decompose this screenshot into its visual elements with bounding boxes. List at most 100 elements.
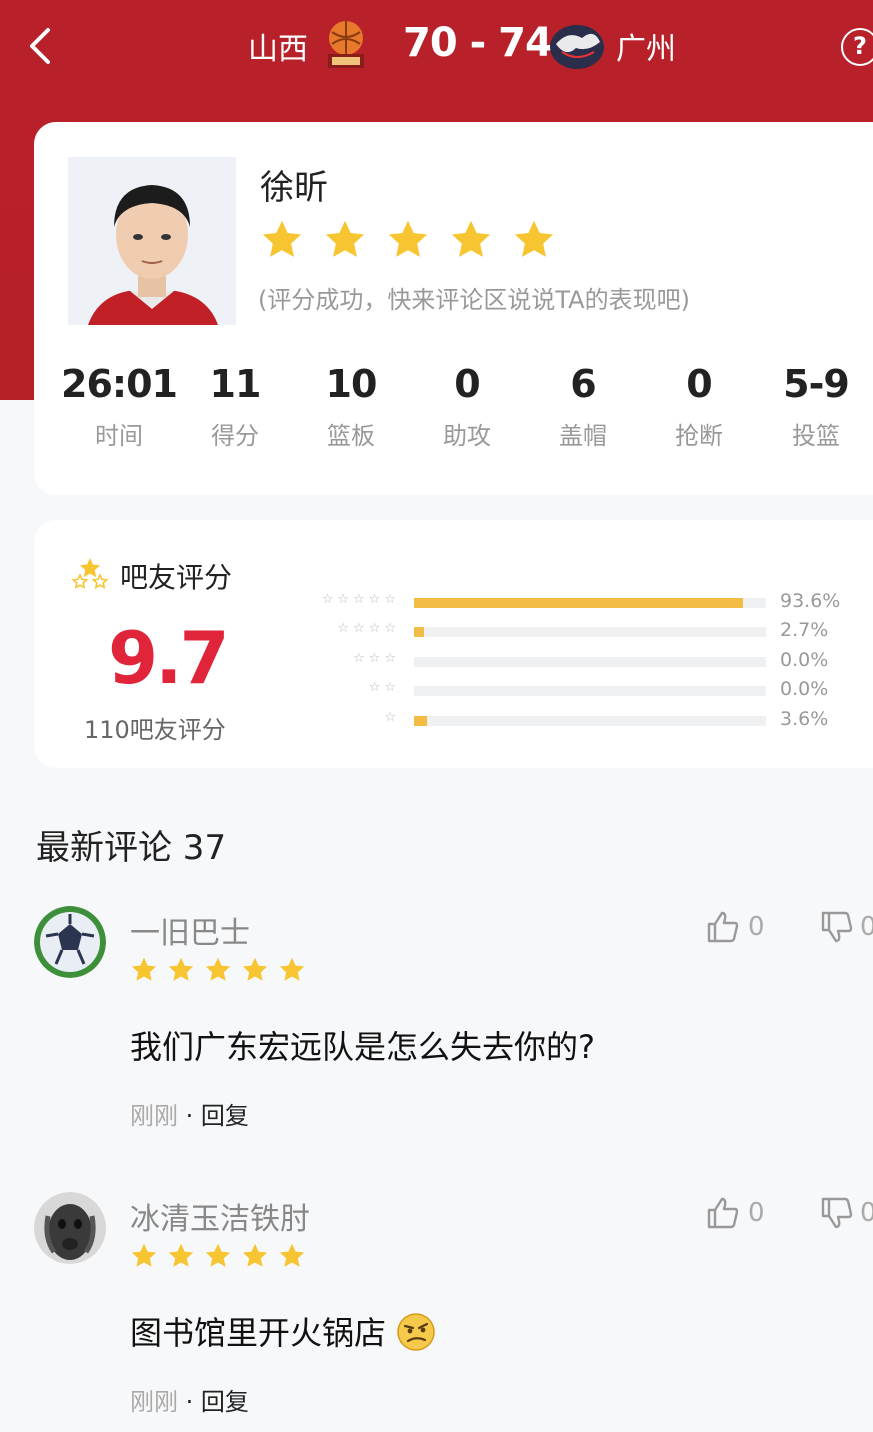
distribution-row-1: ☆ 3.6% xyxy=(304,708,873,732)
stat-assists: 0 助攻 xyxy=(407,362,527,451)
stat-value: 11 xyxy=(209,362,262,406)
comment-text-body: 图书馆里开火锅店 xyxy=(130,1314,387,1352)
stat-label: 得分 xyxy=(211,422,259,450)
away-team-name[interactable]: 广州 xyxy=(616,24,676,68)
reply-button[interactable]: 回复 xyxy=(201,1102,249,1130)
meta-separator: · xyxy=(185,1102,201,1130)
smirk-emoji-icon xyxy=(397,1313,435,1351)
distribution-bar xyxy=(414,686,766,696)
star-filled-icon xyxy=(168,957,194,981)
star-filled-icon xyxy=(279,1243,305,1267)
stat-value: 26:01 xyxy=(61,362,178,406)
stat-label: 时间 xyxy=(95,422,143,450)
star-filled-icon xyxy=(168,1243,194,1267)
rating-success-hint: (评分成功，快来评论区说说TA的表现吧) xyxy=(258,286,690,314)
stat-rebounds: 10 篮板 xyxy=(291,362,411,451)
distribution-percent: 3.6% xyxy=(780,708,829,730)
distribution-percent: 0.0% xyxy=(780,649,829,671)
stat-minutes: 26:01 时间 xyxy=(59,362,179,451)
home-team-logo[interactable] xyxy=(322,18,370,72)
back-button[interactable] xyxy=(24,26,60,66)
player-name: 徐昕 xyxy=(260,168,328,208)
like-button[interactable]: 0 xyxy=(706,910,765,944)
comment-rating-stars xyxy=(130,1242,306,1270)
meta-separator: · xyxy=(185,1388,201,1416)
distribution-bar xyxy=(414,716,766,726)
distribution-bar xyxy=(414,598,766,608)
star-filled-icon[interactable] xyxy=(260,218,304,262)
stars-cluster-icon xyxy=(71,558,109,590)
player-stats: 26:01 时间 11 得分 10 篮板 0 助攻 6 盖帽 0 抢断 5-9 … xyxy=(34,362,873,462)
more-options-icon[interactable]: ⋮ xyxy=(864,1384,873,1409)
stat-label: 投篮 xyxy=(792,422,840,450)
like-button[interactable]: 0 xyxy=(706,1196,765,1230)
star-filled-icon xyxy=(131,957,157,981)
fan-rating-score: 9.7 xyxy=(108,616,230,700)
chevron-left-icon xyxy=(30,28,50,64)
stat-value: 0 xyxy=(686,362,712,406)
comment-meta: 刚刚 · 回复 xyxy=(130,1096,249,1131)
comment-time: 刚刚 xyxy=(130,1388,178,1416)
star-filled-icon[interactable] xyxy=(512,218,556,262)
more-options-icon[interactable]: ⋮ xyxy=(864,1098,873,1123)
like-count: 0 xyxy=(748,1198,765,1228)
like-count: 0 xyxy=(748,912,765,942)
user-avatar[interactable] xyxy=(34,1192,106,1264)
dislike-count: 0 xyxy=(860,1198,873,1228)
distribution-bar-fill xyxy=(414,598,744,608)
stat-label: 盖帽 xyxy=(559,422,607,450)
star-outline-icon: ☆☆☆ xyxy=(353,651,400,666)
comment-text: 图书馆里开火锅店 xyxy=(130,1308,436,1354)
player-rating-stars[interactable] xyxy=(260,218,556,262)
fan-rating-card: 吧友评分 9.7 110吧友评分 ☆☆☆☆☆ 93.6% ☆☆☆☆ 2.7% ☆… xyxy=(34,520,873,768)
user-avatar[interactable] xyxy=(34,906,106,978)
star-filled-icon xyxy=(131,1243,157,1267)
thumbs-up-icon xyxy=(707,1197,739,1229)
distribution-row-5: ☆☆☆☆☆ 93.6% xyxy=(304,590,873,614)
comment-rating-stars xyxy=(130,956,306,984)
distribution-row-4: ☆☆☆☆ 2.7% xyxy=(304,619,873,643)
dislike-count: 0 xyxy=(860,912,873,942)
dislike-button[interactable]: 0 xyxy=(820,1196,873,1230)
away-team-logo[interactable] xyxy=(548,22,606,72)
dislike-button[interactable]: 0 xyxy=(820,910,873,944)
fan-rating-title: 吧友评分 xyxy=(120,561,233,594)
stat-value: 10 xyxy=(325,362,378,406)
reply-button[interactable]: 回复 xyxy=(201,1388,249,1416)
distribution-percent: 0.0% xyxy=(780,678,829,700)
stat-blocks: 6 盖帽 xyxy=(523,362,643,451)
distribution-bar-fill xyxy=(414,716,427,726)
player-card: 徐昕 (评分成功，快来评论区说说TA的表现吧) 26:01 时间 11 得分 1… xyxy=(34,122,873,495)
comment-username[interactable]: 一旧巴士 xyxy=(130,908,250,952)
stat-label: 抢断 xyxy=(675,422,723,450)
distribution-bar-fill xyxy=(414,627,424,637)
player-avatar xyxy=(68,157,236,325)
comments-title: 最新评论 37 xyxy=(36,828,227,868)
star-filled-icon xyxy=(279,957,305,981)
stat-label: 助攻 xyxy=(443,422,491,450)
stat-value: 5-9 xyxy=(783,362,850,406)
stat-value: 0 xyxy=(454,362,480,406)
distribution-bar xyxy=(414,627,766,637)
star-filled-icon xyxy=(242,957,268,981)
thumbs-up-icon xyxy=(707,911,739,943)
distribution-bar xyxy=(414,657,766,667)
star-filled-icon xyxy=(242,1243,268,1267)
fan-rating-count: 110吧友评分 xyxy=(84,716,226,744)
distribution-row-2: ☆☆ 0.0% xyxy=(304,678,873,702)
stat-value: 6 xyxy=(570,362,596,406)
comment-username[interactable]: 冰清玉洁铁肘 xyxy=(130,1194,310,1238)
help-icon[interactable]: ? xyxy=(841,28,873,66)
stat-label: 篮板 xyxy=(327,422,375,450)
comment-text: 我们广东宏远队是怎么失去你的? xyxy=(130,1028,595,1066)
distribution-percent: 93.6% xyxy=(780,590,841,612)
stat-steals: 0 抢断 xyxy=(639,362,759,451)
home-team-name[interactable]: 山西 xyxy=(248,24,308,68)
stat-shooting: 5-9 投篮 xyxy=(756,362,873,451)
star-filled-icon[interactable] xyxy=(449,218,493,262)
comment-meta: 刚刚 · 回复 xyxy=(130,1382,249,1417)
star-filled-icon xyxy=(205,957,231,981)
stat-points: 11 得分 xyxy=(175,362,295,451)
star-filled-icon[interactable] xyxy=(323,218,367,262)
star-filled-icon[interactable] xyxy=(386,218,430,262)
